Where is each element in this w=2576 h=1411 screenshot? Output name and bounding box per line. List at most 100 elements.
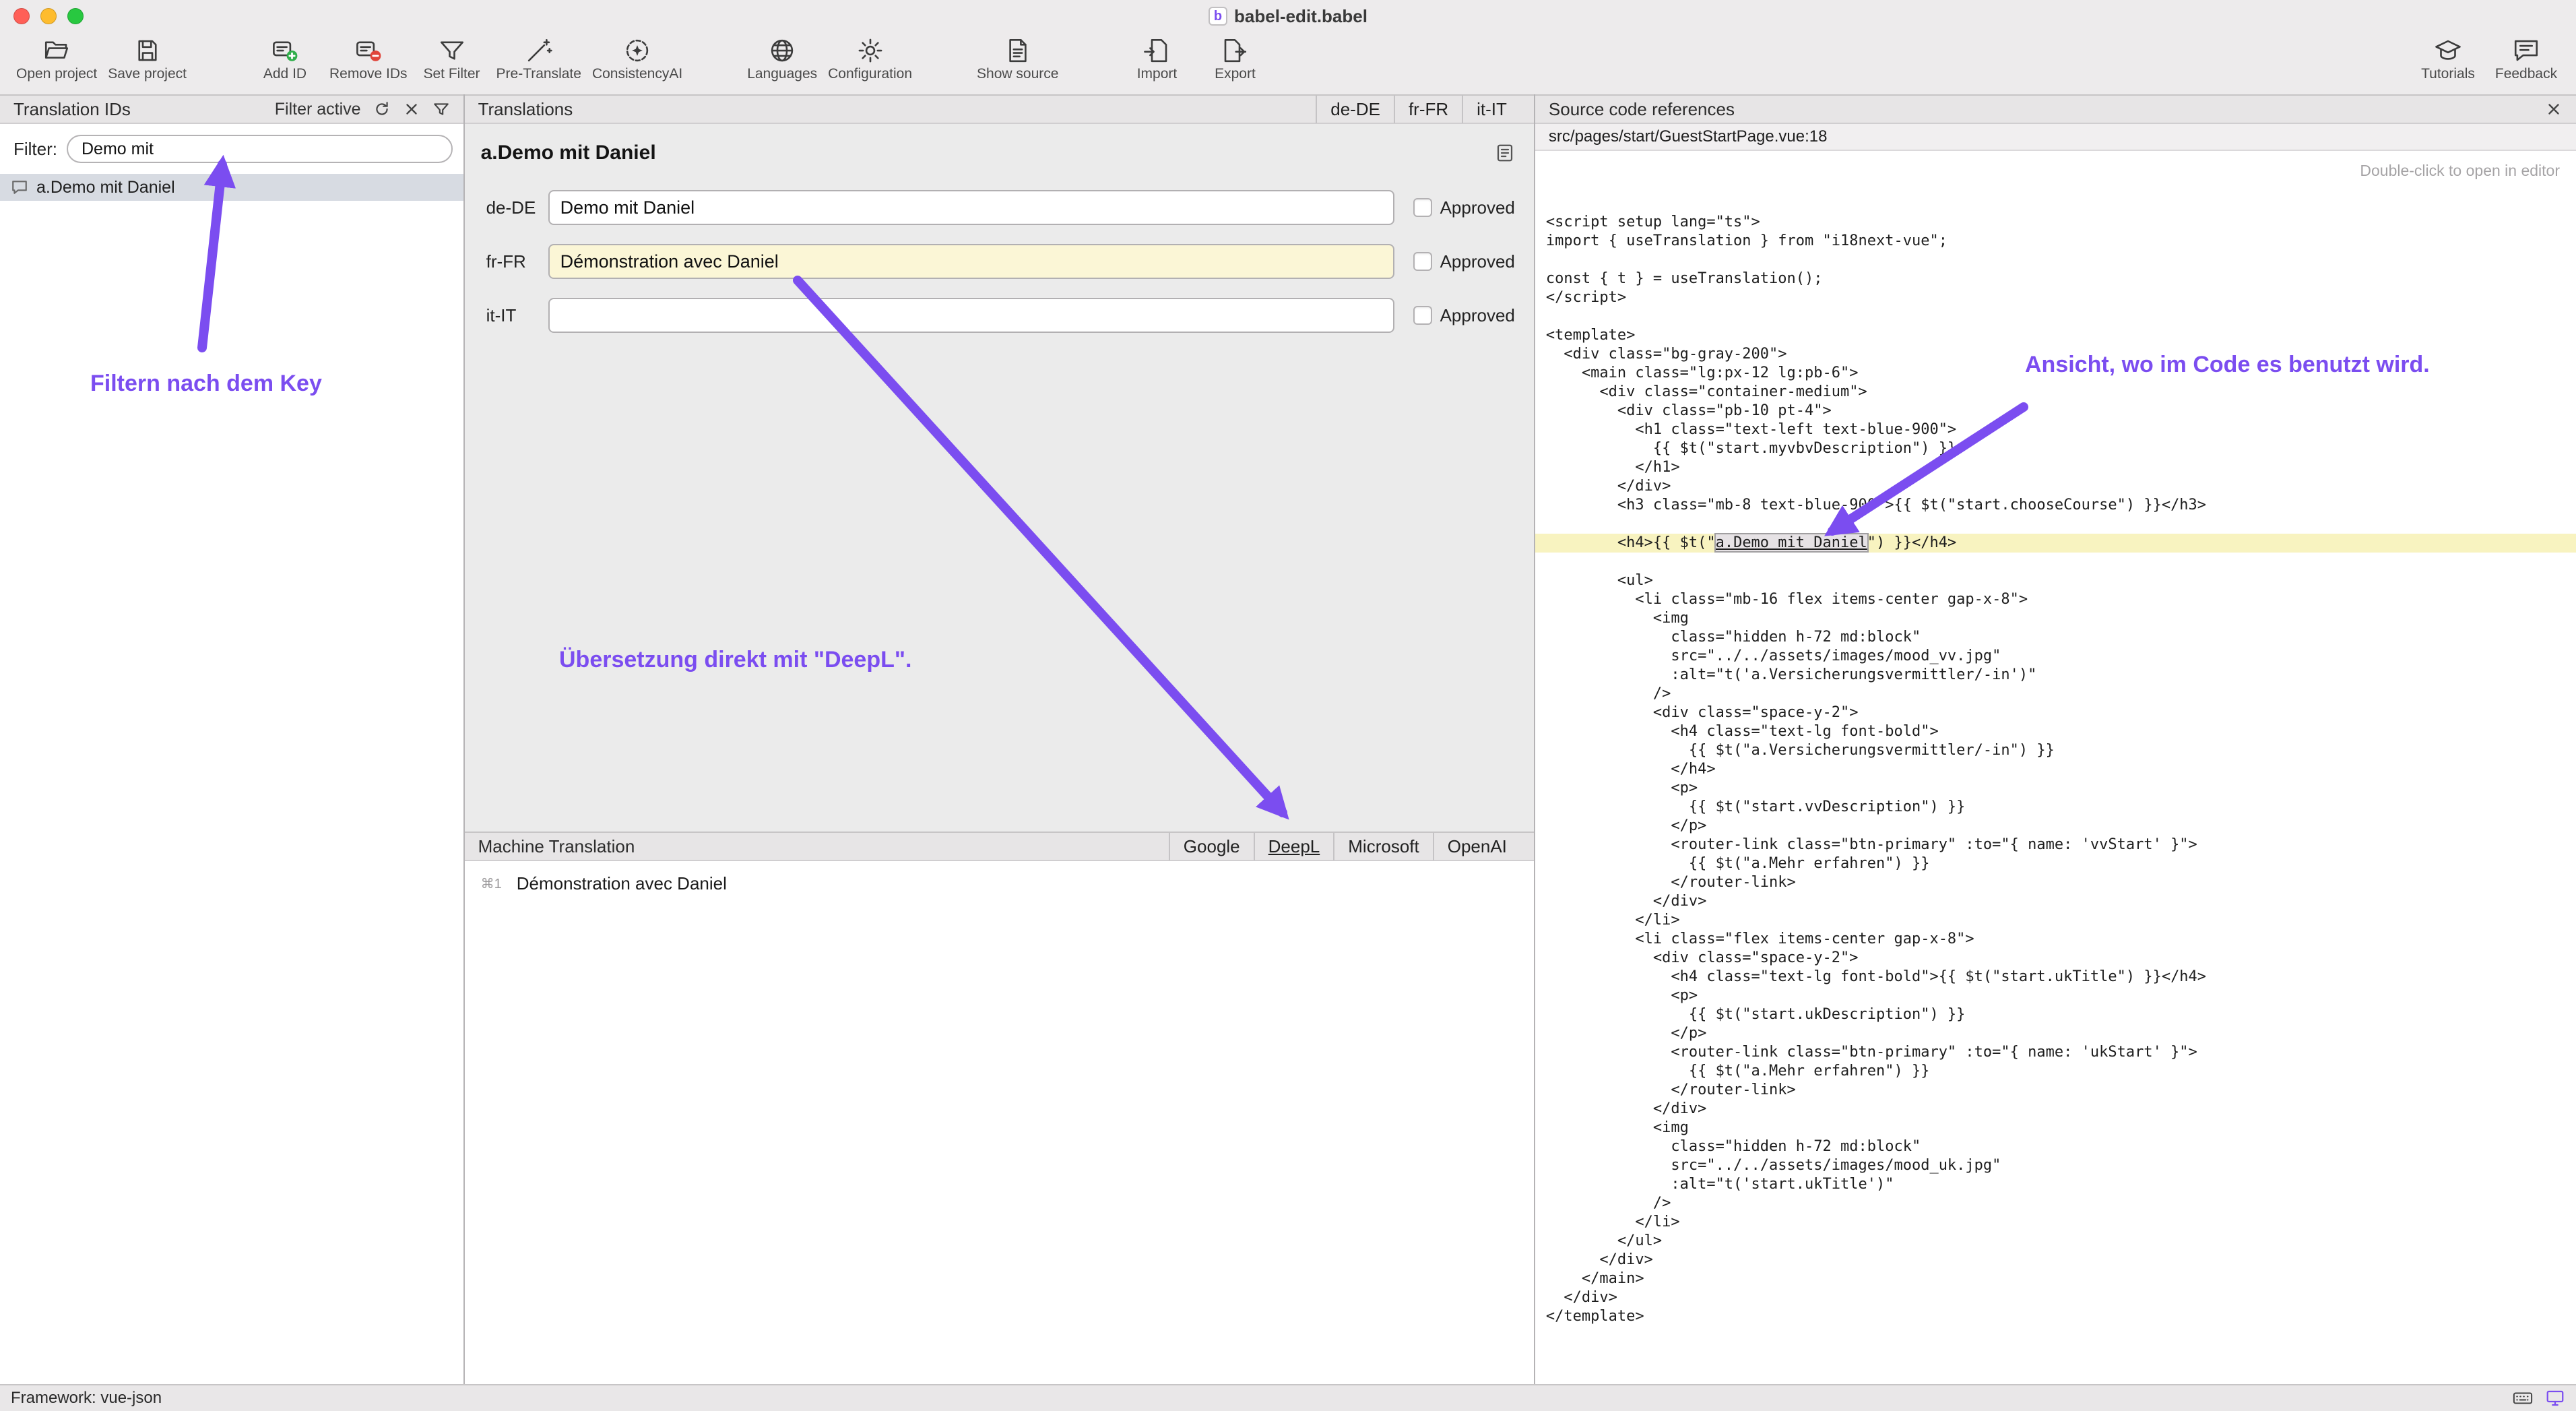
- code-line: </div>: [1535, 892, 2576, 911]
- translation-input-fr-fr[interactable]: [548, 244, 1394, 279]
- mt-result-row[interactable]: ⌘1 Démonstration avec Daniel: [465, 861, 1534, 894]
- code-line: <p>: [1535, 986, 2576, 1005]
- code-line: :alt="t('a.Versicherungsvermittler/-in')…: [1535, 666, 2576, 685]
- code-line: </div>: [1535, 477, 2576, 496]
- code-line: src="../../assets/images/mood_uk.jpg": [1535, 1156, 2576, 1175]
- languages-icon: [768, 36, 796, 65]
- mt-provider-deepl[interactable]: DeepL: [1254, 832, 1334, 860]
- toolbar-button-label: Pre-Translate: [496, 66, 581, 82]
- toolbar-button-label: Add ID: [263, 66, 307, 82]
- toolbar-button-label: Languages: [747, 66, 817, 82]
- approved-checkbox[interactable]: [1413, 252, 1432, 271]
- code-line: <div class="bg-gray-200">: [1535, 345, 2576, 364]
- code-line: <li class="mb-16 flex items-center gap-x…: [1535, 590, 2576, 609]
- traffic-lights: [13, 8, 84, 24]
- language-tab-it-it[interactable]: it-IT: [1462, 95, 1520, 123]
- close-window-button[interactable]: [13, 8, 30, 24]
- code-line: <img: [1535, 609, 2576, 628]
- toolbar-button-label: Export: [1215, 66, 1256, 82]
- toolbar-group: Import Export: [1118, 35, 1274, 82]
- code-line: </router-link>: [1535, 1081, 2576, 1100]
- toolbar-button-remove-ids[interactable]: Remove IDs: [324, 35, 413, 82]
- zoom-window-button[interactable]: [67, 8, 84, 24]
- toolbar-button-open-project[interactable]: Open project: [11, 35, 102, 82]
- language-tab-fr-fr[interactable]: fr-FR: [1394, 95, 1462, 123]
- mt-provider-microsoft[interactable]: Microsoft: [1333, 832, 1432, 860]
- code-line: </li>: [1535, 1213, 2576, 1232]
- toolbar-button-show-source[interactable]: Show source: [971, 35, 1064, 82]
- language-tab-de-de[interactable]: de-DE: [1316, 95, 1394, 123]
- toolbar-button-languages[interactable]: Languages: [742, 35, 823, 82]
- mt-result-text: Démonstration avec Daniel: [517, 873, 727, 894]
- toolbar-button-set-filter[interactable]: Set Filter: [413, 35, 491, 82]
- code-line: <li class="flex items-center gap-x-8">: [1535, 930, 2576, 949]
- approved-checkbox[interactable]: [1413, 198, 1432, 217]
- source-references-toggle-icon[interactable]: [1495, 143, 1515, 163]
- toolbar-button-export[interactable]: Export: [1196, 35, 1274, 82]
- source-file-reference[interactable]: src/pages/start/GuestStartPage.vue:18: [1535, 124, 2576, 151]
- close-panel-icon[interactable]: [2545, 100, 2563, 118]
- import-icon: [1142, 36, 1171, 65]
- code-line: class="hidden h-72 md:block": [1535, 628, 2576, 647]
- show-source-icon: [1004, 36, 1032, 65]
- configuration-icon: [856, 36, 884, 65]
- toolbar-button-feedback[interactable]: Feedback: [2487, 35, 2565, 82]
- code-line: />: [1535, 1194, 2576, 1213]
- approved-label: Approved: [1440, 305, 1515, 326]
- translation-row-de-de: de-DEApproved: [486, 190, 1515, 225]
- translation-id-item[interactable]: a.Demo mit Daniel: [0, 174, 463, 201]
- filter-input[interactable]: [67, 135, 453, 163]
- toolbar-button-import[interactable]: Import: [1118, 35, 1196, 82]
- toolbar-button-consistencyai[interactable]: ConsistencyAI: [587, 35, 688, 82]
- code-line: {{ $t("a.Mehr erfahren") }}: [1535, 1062, 2576, 1081]
- language-label: it-IT: [486, 305, 548, 326]
- code-line: </p>: [1535, 1024, 2576, 1043]
- translation-input-de-de[interactable]: [548, 190, 1394, 225]
- code-line: <div class="pb-10 pt-4">: [1535, 402, 2576, 420]
- code-line: </template>: [1535, 1307, 2576, 1326]
- toolbar-button-label: Configuration: [828, 66, 912, 82]
- code-line: <h4 class="text-lg font-bold">: [1535, 722, 2576, 741]
- code-line: const { t } = useTranslation();: [1535, 270, 2576, 288]
- keyboard-icon[interactable]: [2513, 1388, 2533, 1408]
- toolbar-button-add-id[interactable]: Add ID: [246, 35, 324, 82]
- code-line: </h4>: [1535, 760, 2576, 779]
- approved-checkbox[interactable]: [1413, 306, 1432, 325]
- code-line: </div>: [1535, 1100, 2576, 1119]
- mt-provider-openai[interactable]: OpenAI: [1433, 832, 1520, 860]
- filter-icon[interactable]: [432, 100, 450, 118]
- mt-provider-google[interactable]: Google: [1169, 832, 1254, 860]
- toolbar-button-pre-translate[interactable]: Pre-Translate: [491, 35, 587, 82]
- filter-controls: Filter active: [275, 100, 450, 119]
- code-line: <p>: [1535, 779, 2576, 798]
- code-line: [1535, 251, 2576, 270]
- language-label: de-DE: [486, 197, 548, 218]
- toolbar-button-tutorials[interactable]: Tutorials: [2409, 35, 2487, 82]
- code-line: <ul>: [1535, 571, 2576, 590]
- source-references-panel: Source code references src/pages/start/G…: [1534, 94, 2576, 1384]
- translations-header: Translations de-DEfr-FRit-IT: [465, 94, 1534, 124]
- code-line: <main class="lg:px-12 lg:pb-6">: [1535, 364, 2576, 383]
- code-line: <h4 class="text-lg font-bold">{{ $t("sta…: [1535, 968, 2576, 986]
- toolbar-button-save-project[interactable]: Save project: [102, 35, 192, 82]
- minimize-window-button[interactable]: [40, 8, 57, 24]
- code-line: <template>: [1535, 326, 2576, 345]
- code-listing: <script setup lang="ts">import { useTran…: [1535, 213, 2576, 1326]
- refresh-icon[interactable]: [373, 100, 391, 118]
- mt-shortcut-badge: ⌘1: [481, 875, 502, 892]
- highlighted-translation-key[interactable]: a.Demo mit Daniel: [1716, 534, 1867, 551]
- toolbar-button-configuration[interactable]: Configuration: [823, 35, 917, 82]
- translation-input-it-it[interactable]: [548, 298, 1394, 333]
- framework-status: Framework: vue-json: [11, 1389, 162, 1408]
- code-line: </li>: [1535, 911, 2576, 930]
- machine-translation-body: ⌘1 Démonstration avec Daniel: [465, 861, 1534, 1384]
- translations-title: Translations: [478, 99, 573, 120]
- monitor-icon[interactable]: [2545, 1388, 2565, 1408]
- translation-ids-panel: Translation IDs Filter active Filter: a.…: [0, 94, 465, 1384]
- toolbar-group: Languages Configuration: [742, 35, 917, 82]
- clear-filter-icon[interactable]: [403, 100, 420, 118]
- code-line: </ul>: [1535, 1232, 2576, 1251]
- toolbar-button-label: Show source: [977, 66, 1058, 82]
- window-title: b babel-edit.babel: [1209, 6, 1367, 27]
- source-file-reference-text: src/pages/start/GuestStartPage.vue:18: [1549, 127, 1828, 146]
